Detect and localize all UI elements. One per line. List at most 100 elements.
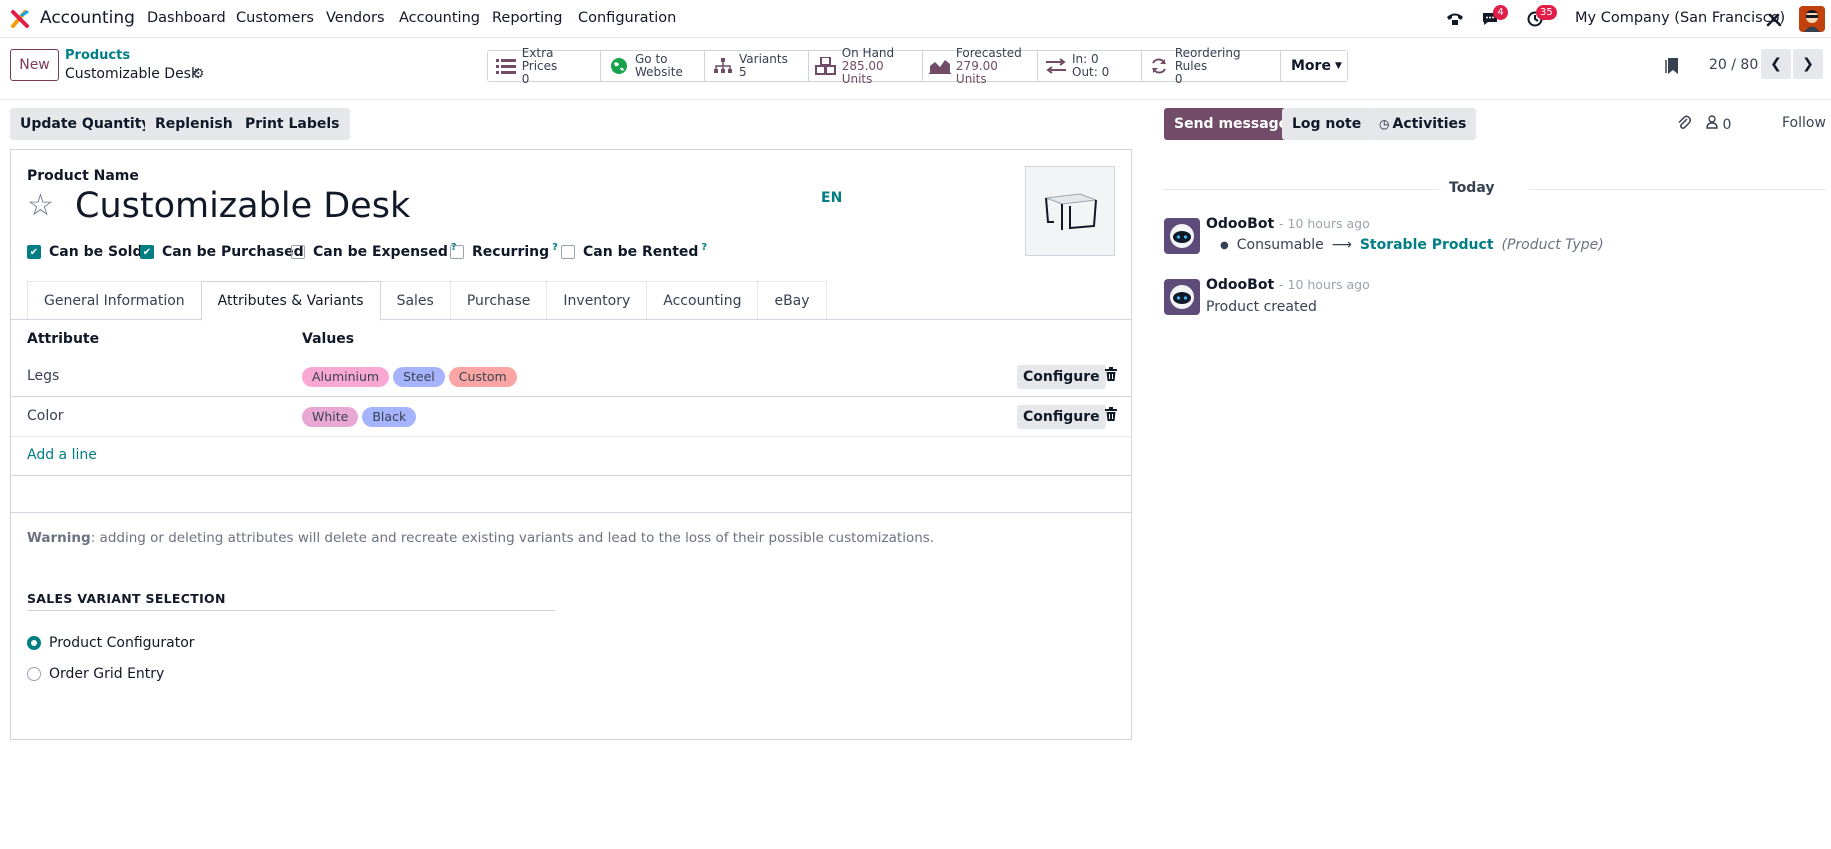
table-row[interactable]: Color White Black Configure <box>11 397 1131 437</box>
menu-vendors[interactable]: Vendors <box>326 10 385 26</box>
star-icon[interactable]: ☆ <box>27 188 54 223</box>
recurring-checkbox[interactable]: Recurring ? <box>450 242 558 260</box>
replenish-button[interactable]: Replenish <box>145 108 243 140</box>
send-message-button[interactable]: Send message <box>1164 108 1299 140</box>
update-quantity-button[interactable]: Update Quantity <box>10 108 161 140</box>
tab-divider <box>11 319 1131 320</box>
tag-steel[interactable]: Steel <box>393 367 445 387</box>
tab-general-information[interactable]: General Information <box>27 281 202 320</box>
reordering-rules-button[interactable]: Reordering Rules 0 <box>1142 46 1281 85</box>
breadcrumb-products[interactable]: Products <box>65 48 130 63</box>
tab-accounting[interactable]: Accounting <box>646 281 759 320</box>
odoobot-avatar[interactable] <box>1164 218 1200 254</box>
tab-inventory[interactable]: Inventory <box>546 281 648 320</box>
variants-button[interactable]: Variants 5 <box>705 51 809 81</box>
radio-label: Product Configurator <box>49 635 195 651</box>
separator-line <box>1163 189 1439 190</box>
tab-purchase[interactable]: Purchase <box>449 281 548 320</box>
pager-previous-button[interactable]: ❮ <box>1761 49 1791 79</box>
language-button[interactable]: EN <box>821 190 842 206</box>
odoobot-avatar[interactable] <box>1164 279 1200 315</box>
attribute-name[interactable]: Legs <box>27 368 59 384</box>
tab-ebay[interactable]: eBay <box>757 281 827 320</box>
pager-value[interactable]: 20 / 80 <box>1709 57 1758 73</box>
area-chart-icon <box>929 56 952 76</box>
trash-icon[interactable] <box>1105 367 1117 385</box>
smart-value: 5 <box>739 65 747 79</box>
checkbox-label: Can be Purchased <box>162 244 304 260</box>
help-tooltip-icon[interactable]: ? <box>701 242 707 253</box>
new-button[interactable]: New <box>10 49 59 81</box>
form-sheet: Product Name ☆ Customizable Desk EN ✔ Ca… <box>10 149 1132 740</box>
tag-black[interactable]: Black <box>362 407 417 427</box>
product-name-field[interactable]: Customizable Desk <box>75 186 410 226</box>
phone-icon[interactable] <box>1444 8 1466 30</box>
extra-prices-button[interactable]: Extra Prices 0 <box>488 46 601 85</box>
on-hand-button[interactable]: On Hand 285.00 Units <box>809 46 923 85</box>
paperclip-icon[interactable] <box>1677 115 1691 135</box>
debug-tools-icon[interactable] <box>1763 8 1785 30</box>
log-note-button[interactable]: Log note <box>1282 108 1372 140</box>
more-button[interactable]: More ▼ <box>1281 51 1347 81</box>
app-name[interactable]: Accounting <box>40 8 135 28</box>
menu-customers[interactable]: Customers <box>236 10 314 26</box>
product-image[interactable] <box>1025 166 1115 256</box>
help-tooltip-icon[interactable]: ? <box>552 242 558 253</box>
message-author[interactable]: OdooBot - 10 hours ago <box>1206 277 1370 293</box>
can-be-purchased-checkbox[interactable]: ✔ Can be Purchased <box>140 244 304 260</box>
cubes-icon <box>815 56 838 76</box>
table-row[interactable]: Legs Aluminium Steel Custom Configure <box>11 357 1131 397</box>
go-to-website-button[interactable]: Go to Website <box>601 51 705 81</box>
menu-reporting[interactable]: Reporting <box>492 10 563 26</box>
menu-configuration[interactable]: Configuration <box>578 10 676 26</box>
more-label: More <box>1291 58 1331 74</box>
user-avatar[interactable] <box>1799 6 1825 32</box>
smart-buttons: Extra Prices 0 Go to Website Variants 5 On … <box>487 46 1348 85</box>
menu-accounting[interactable]: Accounting <box>399 10 480 26</box>
print-labels-button[interactable]: Print Labels <box>235 108 350 140</box>
can-be-expensed-checkbox[interactable]: Can be Expensed ? <box>291 242 457 260</box>
checkbox-box <box>291 245 305 259</box>
pager-next-button[interactable]: ❯ <box>1793 49 1823 79</box>
accounting-app-icon[interactable] <box>10 9 30 29</box>
tag-custom[interactable]: Custom <box>448 367 517 387</box>
attribute-name[interactable]: Color <box>27 408 64 424</box>
menu-dashboard[interactable]: Dashboard <box>147 10 226 26</box>
tag-aluminium[interactable]: Aluminium <box>302 367 390 387</box>
trash-icon[interactable] <box>1105 407 1117 425</box>
clock-icon: ◷ <box>1379 117 1390 131</box>
radio-label: Order Grid Entry <box>49 666 165 682</box>
value-tags: Aluminium Steel Custom <box>302 367 517 387</box>
in-out-button[interactable]: In: 0 Out: 0 <box>1038 51 1142 81</box>
gear-icon[interactable]: ⚙ <box>192 66 205 82</box>
company-switcher[interactable]: My Company (San Francisco) <box>1575 10 1785 26</box>
radio-order-grid-entry[interactable]: Order Grid Entry <box>27 666 164 682</box>
configure-button[interactable]: Configure <box>1017 365 1106 389</box>
forecasted-button[interactable]: Forecasted 279.00 Units <box>923 46 1038 85</box>
radio-button <box>27 636 41 650</box>
tag-white[interactable]: White <box>302 407 359 427</box>
column-header-values[interactable]: Values <box>302 331 354 347</box>
product-name-label: Product Name <box>27 168 139 184</box>
date-separator-label: Today <box>1449 180 1495 196</box>
smart-label: Extra Prices <box>521 45 558 73</box>
tab-sales[interactable]: Sales <box>379 281 451 320</box>
can-be-sold-checkbox[interactable]: ✔ Can be Sold <box>27 244 142 260</box>
follow-button[interactable]: Follow <box>1782 115 1826 131</box>
add-a-line-link[interactable]: Add a line <box>27 447 97 463</box>
tab-attributes-variants[interactable]: Attributes & Variants <box>200 281 381 321</box>
message-author[interactable]: OdooBot - 10 hours ago <box>1206 216 1370 232</box>
message-time: - 10 hours ago <box>1279 216 1370 231</box>
activities-button[interactable]: ◷ Activities <box>1369 108 1477 140</box>
check-icon: ✔ <box>140 245 154 259</box>
control-panel: New Products Customizable Desk ⚙ Extra P… <box>0 38 1831 100</box>
can-be-rented-checkbox[interactable]: Can be Rented ? <box>561 242 707 260</box>
radio-product-configurator[interactable]: Product Configurator <box>27 635 195 651</box>
column-header-attribute[interactable]: Attribute <box>27 331 99 347</box>
separator-line <box>1529 189 1826 190</box>
configure-button[interactable]: Configure <box>1017 405 1106 429</box>
smart-value: Out: 0 <box>1072 65 1110 79</box>
followers-button[interactable]: 0 <box>1706 115 1731 133</box>
variants-warning: Warning: adding or deleting attributes w… <box>27 530 934 546</box>
bookmark-icon[interactable] <box>1664 57 1680 79</box>
